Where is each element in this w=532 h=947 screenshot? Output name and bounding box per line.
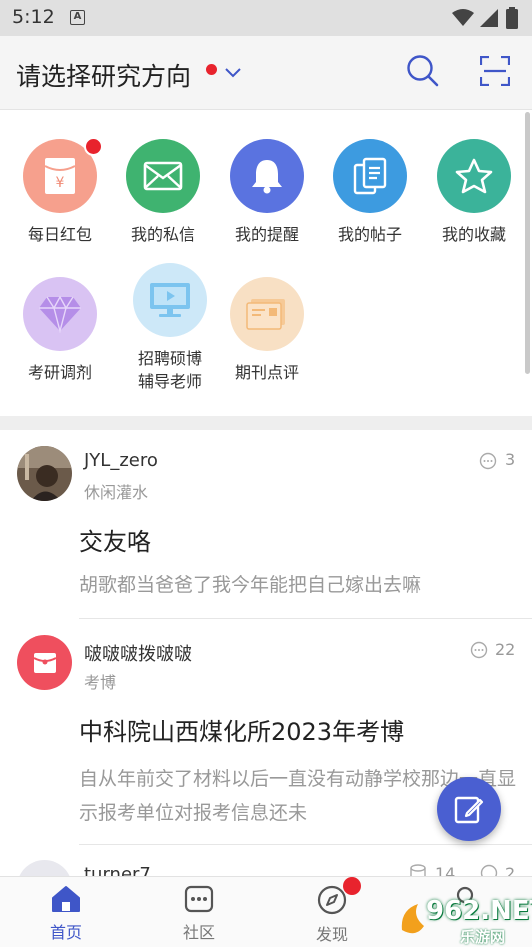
view-count: 14 <box>435 864 456 876</box>
chevron-down-icon[interactable] <box>225 68 241 78</box>
comment-count: 22 <box>495 640 516 659</box>
watermark-logo-icon <box>401 904 424 934</box>
documents-icon <box>333 139 407 213</box>
tab-discover[interactable]: 发现 <box>287 877 377 945</box>
search-icon[interactable] <box>406 54 440 88</box>
site-watermark: 962.NET 乐游网 <box>398 896 532 946</box>
my-posts-tile[interactable]: 我的帖子 <box>320 139 420 246</box>
post-category[interactable]: 考博 <box>84 669 116 693</box>
tab-label: 首页 <box>49 923 82 942</box>
journal-icon <box>230 277 304 351</box>
tile-label: 期刊点评 <box>234 363 299 382</box>
post-category[interactable]: 休闲灌水 <box>84 479 148 503</box>
red-envelope-icon: ¥ <box>23 137 103 213</box>
chat-bubble-icon <box>184 885 214 913</box>
comment-icon <box>479 452 497 470</box>
scan-icon[interactable] <box>480 56 510 86</box>
avatar[interactable] <box>17 860 72 876</box>
tile-label: 我的私信 <box>130 225 195 244</box>
research-direction-selector[interactable]: 请选择研究方向 <box>16 57 191 93</box>
star-icon <box>437 139 511 213</box>
section-separator <box>0 416 532 430</box>
home-icon <box>52 886 80 912</box>
new-badge <box>343 877 361 895</box>
post-title[interactable]: 交友咯 <box>79 522 151 557</box>
svg-text:¥: ¥ <box>56 175 65 191</box>
post-card[interactable]: turner7 14 2 <box>0 850 532 876</box>
tab-community[interactable]: 社区 <box>154 885 244 943</box>
my-messages-tile[interactable]: 我的私信 <box>113 139 213 246</box>
tab-label: 社区 <box>182 923 215 942</box>
post-author[interactable]: JYL_zero <box>84 450 158 471</box>
edit-icon <box>454 796 484 824</box>
watermark-text: 962.NET <box>426 896 532 926</box>
journal-review-tile[interactable]: 期刊点评 <box>217 277 317 384</box>
recruit-tutor-tile[interactable]: 招聘硕博 辅导老师 <box>120 263 220 393</box>
post-card[interactable]: JYL_zero 休闲灌水 3 交友咯 胡歌都当爸爸了我今年能把自己嫁出去嘛 <box>0 430 532 620</box>
status-bar: 5:12 A <box>0 0 532 36</box>
compass-icon <box>317 885 347 915</box>
cellular-icon <box>480 9 498 27</box>
post-author[interactable]: 啵啵啵拨啵啵 <box>84 640 192 666</box>
tile-label: 每日红包 <box>27 225 92 244</box>
battery-icon <box>506 7 518 29</box>
new-badge <box>84 137 103 156</box>
tile-label-line1: 招聘硕博 <box>137 349 202 368</box>
tile-label: 我的提醒 <box>234 225 299 244</box>
monitor-icon <box>133 263 207 337</box>
comment-icon <box>480 864 498 876</box>
daily-red-envelope-tile[interactable]: ¥ 每日红包 <box>10 137 110 246</box>
comment-icon <box>470 641 488 659</box>
envelope-icon <box>126 139 200 213</box>
views-icon <box>410 864 426 876</box>
notification-dot <box>206 64 217 75</box>
sim-icon: A <box>70 10 85 25</box>
tile-label: 招聘硕博 辅导老师 <box>120 347 220 393</box>
watermark-subtext: 乐游网 <box>460 928 506 946</box>
top-bar: 请选择研究方向 <box>0 36 532 110</box>
tab-label: 发现 <box>315 925 348 944</box>
scrollbar[interactable] <box>525 112 530 374</box>
my-reminders-tile[interactable]: 我的提醒 <box>217 139 317 246</box>
wifi-icon <box>452 9 474 26</box>
tab-home[interactable]: 首页 <box>21 885 111 943</box>
comment-count: 2 <box>505 864 516 876</box>
post-title[interactable]: 中科院山西煤化所2023年考博 <box>79 712 404 747</box>
compose-button[interactable] <box>437 777 501 841</box>
divider <box>79 618 532 619</box>
avatar[interactable] <box>17 635 72 690</box>
tile-label: 考研调剂 <box>27 363 92 382</box>
avatar[interactable] <box>17 446 72 501</box>
divider <box>79 844 532 845</box>
quick-actions-grid: ¥ 每日红包 我的私信 我的提醒 我的帖子 我的收藏 考研调剂 招聘硕博 辅导老… <box>0 111 532 416</box>
post-author[interactable]: turner7 <box>84 864 151 876</box>
comment-count: 3 <box>505 450 516 469</box>
tile-label: 我的收藏 <box>441 225 506 244</box>
status-time: 5:12 <box>12 6 55 28</box>
tile-label-line2: 辅导老师 <box>137 372 202 391</box>
my-favorites-tile[interactable]: 我的收藏 <box>424 139 524 246</box>
diamond-icon <box>23 277 97 351</box>
kaoyan-adjustment-tile[interactable]: 考研调剂 <box>10 277 110 384</box>
bell-icon <box>230 139 304 213</box>
post-excerpt[interactable]: 胡歌都当爸爸了我今年能把自己嫁出去嘛 <box>79 568 509 602</box>
tile-label: 我的帖子 <box>337 225 402 244</box>
